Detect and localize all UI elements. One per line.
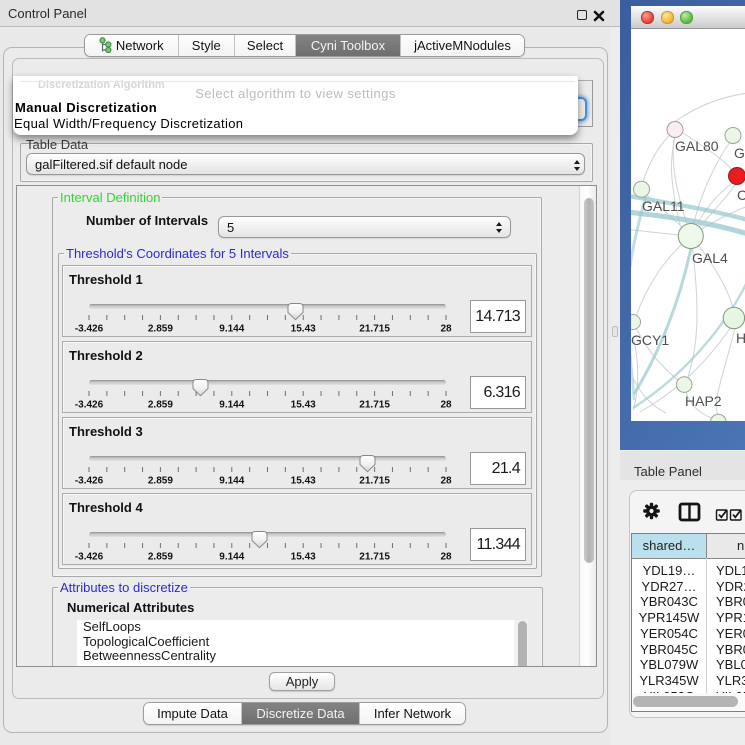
svg-text:GAL80: GAL80 <box>675 138 719 154</box>
svg-text:28: 28 <box>440 324 452 335</box>
svg-text:15.43: 15.43 <box>291 552 316 563</box>
svg-text:-3.426: -3.426 <box>75 476 104 487</box>
svg-text:GCY1: GCY1 <box>631 332 669 348</box>
svg-text:-3.426: -3.426 <box>75 400 104 411</box>
svg-text:H: H <box>736 330 745 346</box>
svg-text:9.144: 9.144 <box>219 400 244 411</box>
svg-text:HAP2: HAP2 <box>685 393 722 409</box>
svg-text:GAL4: GAL4 <box>692 250 728 266</box>
svg-text:15.43: 15.43 <box>291 400 316 411</box>
svg-text:9.144: 9.144 <box>219 476 244 487</box>
svg-text:9.144: 9.144 <box>219 552 244 563</box>
svg-text:2.859: 2.859 <box>148 476 173 487</box>
svg-text:GAL11: GAL11 <box>642 198 685 214</box>
svg-text:2.859: 2.859 <box>148 552 173 563</box>
svg-text:28: 28 <box>440 476 452 487</box>
svg-text:15.43: 15.43 <box>291 324 316 335</box>
svg-text:28: 28 <box>440 552 452 563</box>
svg-text:15.43: 15.43 <box>291 476 316 487</box>
svg-text:9.144: 9.144 <box>219 324 244 335</box>
svg-text:2.859: 2.859 <box>148 324 173 335</box>
svg-text:28: 28 <box>440 400 452 411</box>
svg-text:21.715: 21.715 <box>359 552 390 563</box>
svg-text:2.859: 2.859 <box>148 400 173 411</box>
svg-text:C: C <box>737 187 745 203</box>
svg-text:21.715: 21.715 <box>359 400 390 411</box>
svg-text:-3.426: -3.426 <box>75 324 104 335</box>
svg-text:21.715: 21.715 <box>359 324 390 335</box>
svg-text:21.715: 21.715 <box>359 476 390 487</box>
svg-text:GA: GA <box>734 145 745 161</box>
svg-text:-3.426: -3.426 <box>75 552 104 563</box>
